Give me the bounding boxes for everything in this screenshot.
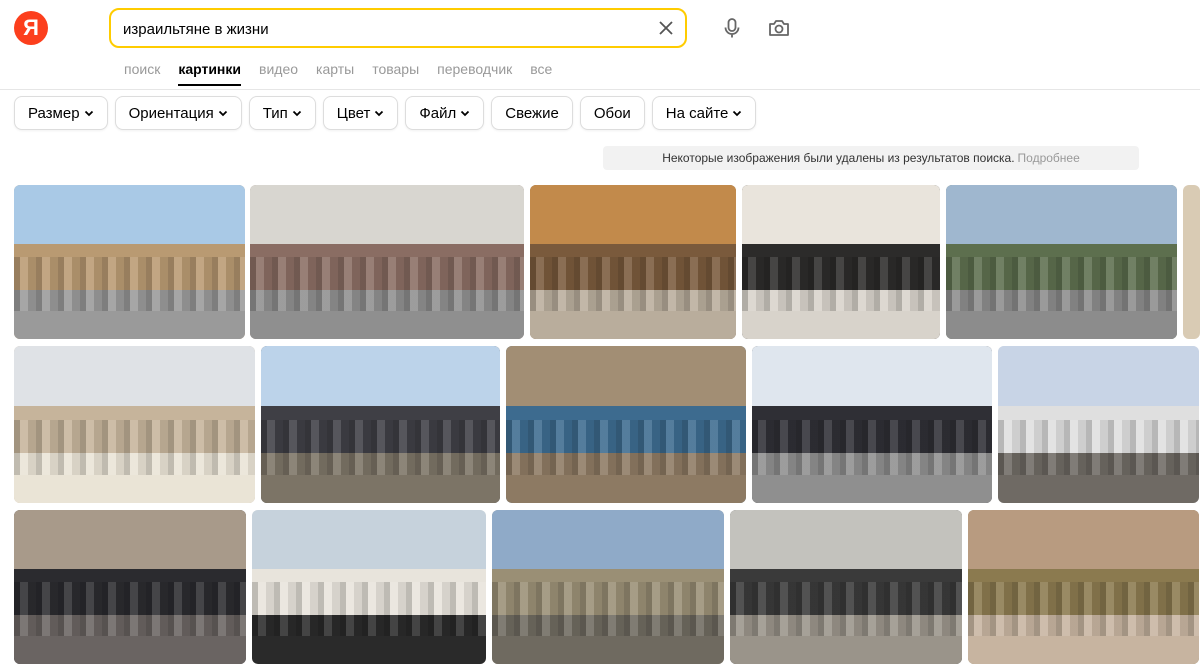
image-result-figures (14, 582, 246, 637)
image-result-upper (252, 510, 486, 569)
image-result-figures (968, 582, 1199, 637)
image-result-figures (250, 257, 524, 312)
filter-label: Цвет (336, 104, 371, 122)
image-result[interactable] (506, 346, 746, 503)
image-result-upper (261, 346, 500, 406)
image-result-upper (968, 510, 1199, 569)
image-result-upper (492, 510, 724, 569)
tab-1[interactable]: картинки (178, 61, 241, 86)
image-result-partial[interactable] (1183, 185, 1200, 339)
filter-label: Ориентация (128, 104, 214, 122)
image-result[interactable] (492, 510, 724, 664)
image-result-figures (506, 419, 746, 475)
chevron-down-icon (84, 110, 93, 117)
filter-bar: Размер Ориентация Тип Цвет Файл Свежие Обои На … (14, 96, 757, 130)
image-result-upper (14, 510, 246, 569)
image-result[interactable] (14, 346, 255, 503)
tab-6[interactable]: все (530, 61, 552, 85)
image-result-figures (261, 419, 500, 475)
filter-button-0[interactable]: Размер (14, 96, 108, 130)
image-result-figures (730, 582, 962, 637)
filter-label: Тип (262, 104, 288, 122)
image-result-upper (506, 346, 746, 406)
image-result-figures (252, 582, 486, 637)
image-result-figures (946, 257, 1177, 312)
image-result-figures (530, 257, 736, 312)
image-result-upper (742, 185, 940, 244)
tab-3[interactable]: карты (316, 61, 354, 85)
image-result-upper (14, 346, 255, 406)
chevron-down-icon (375, 110, 384, 117)
chevron-down-icon (461, 110, 470, 117)
microphone-icon[interactable] (720, 16, 744, 40)
image-result[interactable] (752, 346, 992, 503)
filter-button-1[interactable]: Ориентация (114, 96, 242, 130)
image-result-upper (730, 510, 962, 569)
filter-label: Свежие (505, 104, 559, 122)
image-result-figures (14, 257, 245, 312)
image-result[interactable] (742, 185, 940, 339)
image-result[interactable] (250, 185, 524, 339)
image-result[interactable] (968, 510, 1199, 664)
image-result-figures (752, 419, 992, 475)
image-result[interactable] (730, 510, 962, 664)
search-input[interactable] (123, 18, 643, 40)
image-result[interactable] (252, 510, 486, 664)
filter-button-3[interactable]: Цвет (322, 96, 399, 130)
filter-button-6[interactable]: Обои (579, 96, 645, 130)
yandex-logo[interactable]: Я (14, 11, 48, 45)
image-result[interactable] (14, 185, 245, 339)
tab-0[interactable]: поиск (124, 61, 160, 85)
filter-button-4[interactable]: Файл (405, 96, 485, 130)
search-box[interactable] (109, 8, 687, 48)
image-result[interactable] (530, 185, 736, 339)
filter-label: Файл (419, 104, 457, 122)
chevron-down-icon (292, 110, 301, 117)
filter-label: Размер (28, 104, 80, 122)
image-result-figures (742, 257, 940, 312)
filter-label: Обои (593, 104, 631, 122)
tab-2[interactable]: видео (259, 61, 298, 85)
image-result[interactable] (946, 185, 1177, 339)
notice-text: Некоторые изображения были удалены из ре… (662, 151, 1015, 165)
image-result-figures (14, 419, 255, 475)
image-result-upper (250, 185, 524, 244)
notice-more-link[interactable]: Подробнее (1018, 151, 1080, 165)
image-result-upper (530, 185, 736, 244)
image-result-upper (946, 185, 1177, 244)
image-result-figures (998, 419, 1199, 475)
image-result-upper (998, 346, 1199, 406)
chevron-down-icon (733, 110, 742, 117)
close-icon[interactable] (657, 19, 675, 37)
filter-button-2[interactable]: Тип (248, 96, 316, 130)
image-result[interactable] (261, 346, 500, 503)
removed-images-notice: Некоторые изображения были удалены из ре… (603, 146, 1139, 170)
search-header: Я поиск картинки видео карты товары переводчи… (0, 0, 1200, 90)
image-result-figures (492, 582, 724, 637)
filter-button-5[interactable]: Свежие (491, 96, 573, 130)
image-result-upper (752, 346, 992, 406)
image-result-upper (14, 185, 245, 244)
image-result[interactable] (14, 510, 246, 664)
search-tabs: поиск картинки видео карты товары переводчик в… (124, 61, 552, 86)
tab-4[interactable]: товары (372, 61, 419, 85)
image-result[interactable] (998, 346, 1199, 503)
tab-5[interactable]: переводчик (437, 61, 512, 85)
filter-label: На сайте (665, 104, 729, 122)
camera-search-icon[interactable] (767, 16, 791, 40)
chevron-down-icon (218, 110, 227, 117)
filter-button-7[interactable]: На сайте (651, 96, 757, 130)
